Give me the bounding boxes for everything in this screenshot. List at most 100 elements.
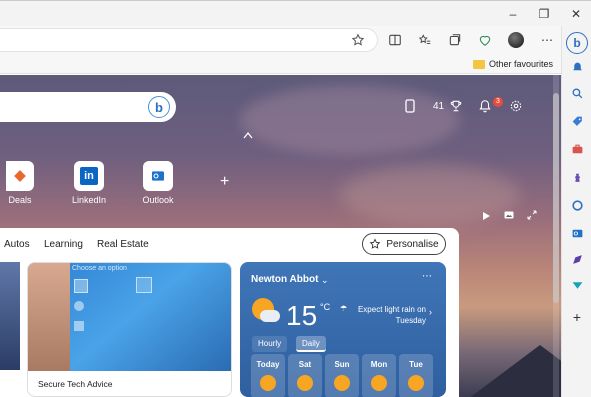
news-card-image: Choose an option <box>28 263 231 371</box>
favourites-bar: Other favourites <box>0 54 561 74</box>
hand-image <box>28 263 70 371</box>
weather-unit: °C <box>320 302 331 312</box>
image-info-icon[interactable] <box>503 209 515 224</box>
forecast-day-label: Mon <box>370 360 388 369</box>
nav-item-autos[interactable]: Autos <box>4 239 30 250</box>
quick-link-label: Outlook <box>142 195 174 205</box>
microsoft-365-icon[interactable] <box>568 196 586 214</box>
tools-briefcase-icon[interactable] <box>568 140 586 158</box>
edge-sidebar: b + <box>561 26 591 397</box>
tab-daily[interactable]: Daily <box>296 336 326 352</box>
quick-link-label: LinkedIn <box>71 195 107 205</box>
add-sidebar-app-icon[interactable]: + <box>568 308 586 326</box>
sun-icon <box>334 375 350 391</box>
screen-power-box <box>136 277 152 293</box>
forecast-day-label: Tue <box>409 360 423 369</box>
screen-option-dot <box>74 301 84 311</box>
forecast-day[interactable]: Sun <box>325 354 359 397</box>
personalise-button[interactable]: Personalise <box>362 233 446 255</box>
browser-window: – ❐ ✕ ⋯ Other favourites b + b 41 3 Deal… <box>0 0 591 397</box>
quick-link-deals[interactable]: Deals <box>0 161 40 205</box>
personalise-star-icon <box>369 238 381 249</box>
bing-chat-icon[interactable]: b <box>566 32 588 54</box>
city-dropdown-icon[interactable]: ⌄ <box>321 275 329 286</box>
rain-icon: ☂ <box>340 304 348 313</box>
weather-more-icon[interactable]: ⋯ <box>422 271 432 282</box>
minimize-button[interactable]: – <box>501 5 525 23</box>
nav-item-real-estate[interactable]: Real Estate <box>97 239 149 250</box>
address-bar[interactable] <box>0 28 378 52</box>
restore-button[interactable]: ❐ <box>532 5 556 23</box>
settings-gear-icon[interactable] <box>509 99 523 116</box>
quick-link-outlook[interactable]: Outlook <box>138 161 178 205</box>
weather-description: Expect light rain on Tuesday <box>357 305 426 325</box>
drop-send-icon[interactable] <box>568 250 586 268</box>
play-icon[interactable] <box>481 210 491 224</box>
search-box[interactable]: b <box>0 92 176 122</box>
favorite-star-icon[interactable] <box>348 30 368 50</box>
weather-temperature: 15 <box>286 300 318 331</box>
add-shortcut-icon[interactable]: + <box>220 173 229 191</box>
rewards-points: 41 <box>433 101 445 112</box>
sun-icon <box>297 375 313 391</box>
forecast-day-label: Sun <box>334 360 350 369</box>
forecast-day[interactable]: Today <box>251 354 285 397</box>
personalise-label: Personalise <box>386 238 439 250</box>
title-bar: – ❐ ✕ <box>0 0 591 26</box>
rewards-trophy-icon[interactable] <box>449 99 463 116</box>
browser-essentials-icon[interactable] <box>475 30 495 50</box>
sun-icon <box>408 375 424 391</box>
chevron-right-icon[interactable]: › <box>429 307 432 317</box>
new-tab-page: b 41 3 Deals in LinkedIn Outlook + Autos… <box>0 75 561 397</box>
forecast-day[interactable]: Tue <box>399 354 433 397</box>
shopping-tag-icon[interactable] <box>568 112 586 130</box>
split-screen-icon[interactable] <box>385 30 405 50</box>
more-menu-icon[interactable]: ⋯ <box>537 30 557 50</box>
sun-icon <box>260 375 276 391</box>
fullscreen-icon[interactable] <box>526 209 538 224</box>
notifications-sidebar-icon[interactable] <box>568 58 586 76</box>
scrollbar-thumb[interactable] <box>553 93 559 303</box>
favorites-icon[interactable] <box>415 30 435 50</box>
background-cloud <box>340 165 520 225</box>
partly-cloudy-icon <box>252 298 280 326</box>
nav-item-learning[interactable]: Learning <box>44 239 83 250</box>
designer-icon[interactable] <box>568 276 586 294</box>
bing-search-icon[interactable]: b <box>148 96 170 118</box>
outlook-tile-icon <box>143 161 173 191</box>
news-card-caption: Secure Tech Advice <box>38 379 113 389</box>
folder-icon <box>472 59 485 69</box>
forecast-day[interactable]: Mon <box>362 354 396 397</box>
deals-icon <box>6 161 34 191</box>
other-favourites-label: Other favourites <box>488 59 553 69</box>
search-sidebar-icon[interactable] <box>568 84 586 102</box>
outlook-icon[interactable] <box>568 224 586 242</box>
notification-badge: 3 <box>493 97 503 107</box>
forecast-day-label: Today <box>256 360 280 369</box>
forecast-day[interactable]: Sat <box>288 354 322 397</box>
sun-icon <box>371 375 387 391</box>
quick-link-linkedin[interactable]: in LinkedIn <box>69 161 109 205</box>
quick-link-label: Deals <box>8 195 32 205</box>
tab-hourly[interactable]: Hourly <box>252 336 288 352</box>
screen-arrow-box <box>74 279 88 293</box>
screen-option-square <box>74 321 84 331</box>
phone-icon[interactable] <box>405 99 415 116</box>
collections-icon[interactable] <box>445 30 465 50</box>
collapse-chevron-icon[interactable] <box>243 131 253 142</box>
weather-city: Newton Abbot <box>251 274 319 285</box>
games-chess-icon[interactable] <box>568 168 586 186</box>
close-button[interactable]: ✕ <box>564 5 588 23</box>
profile-avatar[interactable] <box>506 30 526 50</box>
notifications-bell-icon[interactable] <box>478 99 492 116</box>
linkedin-icon: in <box>74 161 104 191</box>
news-card-partial[interactable] <box>0 262 20 370</box>
page-scrollbar[interactable] <box>553 75 559 397</box>
toolbar: ⋯ <box>0 26 561 54</box>
other-favourites-folder[interactable]: Other favourites <box>472 56 553 72</box>
weather-card[interactable]: Newton Abbot ⌄ ⋯ 15 °C ☂ Expect light ra… <box>240 262 446 397</box>
forecast-day-label: Sat <box>298 360 312 369</box>
screen-text: Choose an option <box>72 265 127 272</box>
news-card[interactable]: Choose an option Secure Tech Advice <box>27 262 232 397</box>
background-cloud <box>240 85 460 155</box>
